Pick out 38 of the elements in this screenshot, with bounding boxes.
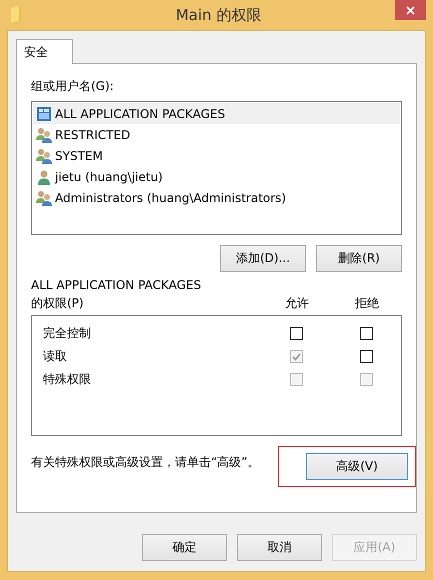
permissions-label: 的权限(P): [31, 295, 85, 312]
permissions-label: ALL APPLICATION PACKAGES: [31, 277, 202, 294]
advanced-button[interactable]: 高级(V): [306, 453, 408, 480]
user-name: RESTRICTED: [55, 128, 130, 142]
package-icon: [36, 106, 52, 122]
list-action-button[interactable]: 删除(R): [316, 245, 402, 272]
user-list-item[interactable]: jietu (huang\jietu): [33, 166, 400, 187]
column-header: 允许: [284, 295, 310, 312]
folder-icon: [10, 6, 22, 24]
user-icon: [36, 168, 52, 184]
users-icon: [36, 148, 52, 164]
advanced-hint-text: 有关特殊权限或高级设置，请单击“高级”。: [31, 454, 260, 471]
checkbox[interactable]: [290, 327, 302, 340]
checkbox[interactable]: [360, 350, 372, 363]
user-list-item[interactable]: SYSTEM: [33, 145, 400, 166]
check-icon: [292, 352, 300, 360]
user-name: SYSTEM: [55, 148, 103, 162]
user-list-item[interactable]: Administrators (huang\Administrators): [33, 187, 400, 208]
close-icon: [406, 6, 415, 14]
permission-name: 读取: [42, 348, 68, 365]
list-action-button[interactable]: 添加(D)...: [220, 245, 306, 272]
users-icon: [36, 126, 52, 142]
tab[interactable]: 安全: [16, 39, 73, 64]
checkbox[interactable]: [360, 327, 372, 340]
user-list-item[interactable]: ALL APPLICATION PACKAGES: [33, 103, 400, 124]
group-list-label: 组或用户名(G):: [31, 78, 115, 95]
close-button[interactable]: [395, 0, 426, 20]
dialog-button[interactable]: 确定: [142, 534, 227, 561]
permission-name: 特殊权限: [42, 371, 92, 388]
users-icon: [36, 190, 52, 206]
permission-name: 完全控制: [42, 325, 92, 342]
user-name: jietu (huang\jietu): [55, 170, 163, 184]
user-name: ALL APPLICATION PACKAGES: [55, 106, 226, 120]
dialog-button[interactable]: 取消: [237, 534, 322, 561]
user-list-item[interactable]: RESTRICTED: [33, 124, 400, 145]
column-header: 拒绝: [354, 295, 380, 312]
user-name: Administrators (huang\Administrators): [55, 190, 286, 204]
window-title: Main 的权限: [174, 6, 262, 24]
